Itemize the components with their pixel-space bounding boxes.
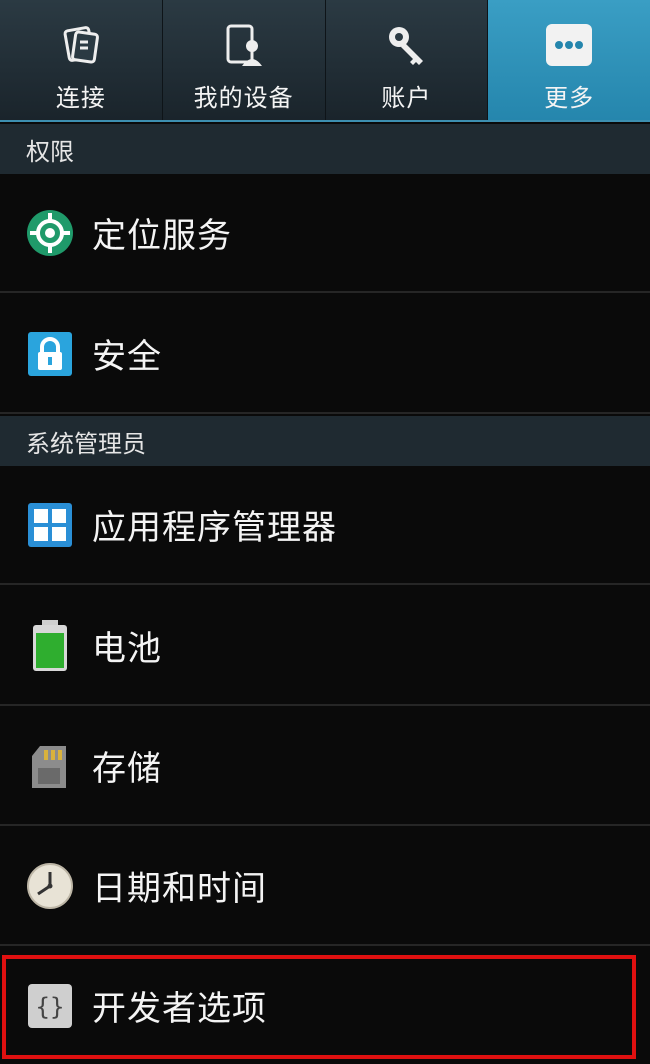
lock-icon xyxy=(26,330,74,378)
list-item-label: 定位服务 xyxy=(92,216,232,256)
top-tab-bar: 连接 我的设备 账户 更多 xyxy=(0,0,650,122)
app-grid-icon xyxy=(26,501,74,549)
list-item-security[interactable]: 安全 xyxy=(0,295,650,414)
list-item-label: 应用程序管理器 xyxy=(92,508,337,548)
location-icon xyxy=(26,209,74,257)
list-item-date-time[interactable]: 日期和时间 xyxy=(0,827,650,946)
list-item-label: 安全 xyxy=(92,337,162,377)
list-item-developer-options[interactable]: {} 开发者选项 xyxy=(0,947,650,1064)
list-item-label: 存储 xyxy=(92,749,162,789)
list-item-label: 开发者选项 xyxy=(92,989,267,1029)
sd-card-icon xyxy=(26,742,74,790)
section-header-system-admin: 系统管理员 xyxy=(0,416,650,466)
tab-more[interactable]: 更多 xyxy=(488,0,650,120)
more-icon xyxy=(542,18,596,72)
key-icon xyxy=(379,18,433,72)
list-item-location-services[interactable]: 定位服务 xyxy=(0,174,650,293)
section-header-permissions: 权限 xyxy=(0,124,650,174)
tab-label: 更多 xyxy=(544,84,595,112)
braces-icon: {} xyxy=(26,982,74,1030)
tab-my-device[interactable]: 我的设备 xyxy=(163,0,326,120)
tab-label: 账户 xyxy=(381,84,432,112)
tab-connections[interactable]: 连接 xyxy=(0,0,163,120)
connect-icon xyxy=(54,18,108,72)
tab-label: 连接 xyxy=(55,84,106,112)
list-item-battery[interactable]: 电池 xyxy=(0,587,650,706)
device-icon xyxy=(217,18,271,72)
svg-text:{}: {} xyxy=(36,993,65,1021)
list-item-label: 日期和时间 xyxy=(92,869,267,909)
list-item-application-manager[interactable]: 应用程序管理器 xyxy=(0,466,650,585)
list-item-storage[interactable]: 存储 xyxy=(0,707,650,826)
tab-accounts[interactable]: 账户 xyxy=(326,0,489,120)
clock-icon xyxy=(26,862,74,910)
tab-label: 我的设备 xyxy=(193,84,294,112)
battery-icon xyxy=(26,619,74,671)
list-item-label: 电池 xyxy=(92,629,162,669)
